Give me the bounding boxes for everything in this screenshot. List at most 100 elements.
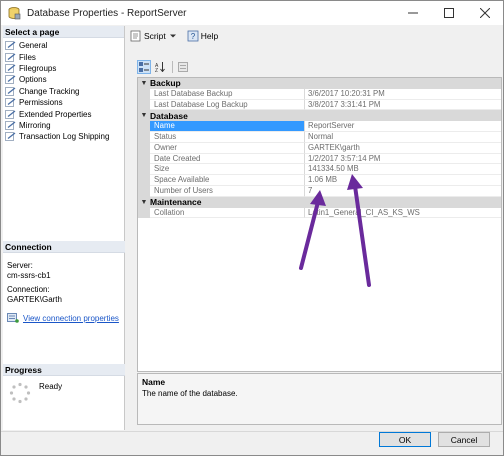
collapse-toggle-icon[interactable]: ▼ (138, 80, 150, 87)
property-name: Number of Users (150, 185, 305, 197)
dialog-button-bar: OK Cancel (1, 431, 503, 455)
page-list: General Files Filegroups Options Change … (3, 38, 124, 143)
select-page-header: Select a page (3, 26, 124, 38)
connection-label: Connection: (7, 285, 50, 294)
script-button[interactable]: Script (130, 30, 179, 42)
property-value: ReportServer (305, 121, 501, 132)
page-item-extended-properties[interactable]: Extended Properties (3, 108, 124, 119)
maximize-button[interactable] (431, 1, 467, 25)
property-value: Normal (305, 132, 501, 143)
property-name: Status (150, 131, 305, 143)
sort-alphabetical-icon: AZ (155, 62, 165, 72)
cancel-button[interactable]: Cancel (438, 432, 490, 447)
page-wrench-icon (5, 109, 16, 119)
collapse-toggle-icon[interactable]: ▼ (138, 199, 150, 206)
page-wrench-icon (5, 132, 16, 142)
property-row[interactable]: Date Created 1/2/2017 3:57:14 PM (138, 153, 501, 165)
property-value: GARTEK\garth (305, 143, 501, 154)
server-label: Server: (7, 261, 33, 270)
ok-button[interactable]: OK (379, 432, 431, 447)
title-bar: Database Properties - ReportServer (1, 1, 503, 25)
page-wrench-icon (5, 121, 16, 130)
toolbar: Script ? Help (126, 26, 502, 46)
page-item-label: General (19, 41, 48, 51)
connection-properties-icon (7, 313, 19, 323)
property-row[interactable]: Status Normal (138, 131, 501, 143)
property-value: 7 (305, 186, 501, 197)
view-connection-properties-label: View connection properties (23, 313, 119, 323)
category-label: Backup (150, 78, 181, 89)
property-value: 1/2/2017 3:57:14 PM (305, 154, 501, 165)
category-label: Database (150, 110, 188, 121)
close-icon (480, 8, 490, 18)
page-item-label: Filegroups (19, 63, 57, 73)
chevron-down-icon[interactable] (169, 32, 177, 40)
property-pages-button[interactable] (176, 60, 190, 74)
page-item-options[interactable]: Options (3, 74, 124, 85)
progress-status-label: Ready (39, 382, 63, 391)
property-grid: ▼ Backup Last Database Backup 3/6/2017 1… (137, 77, 502, 372)
category-label: Maintenance (150, 197, 202, 208)
progress-status: Ready (9, 382, 62, 404)
database-icon (8, 7, 21, 20)
toolbar-separator (172, 61, 173, 73)
page-item-label: Extended Properties (19, 109, 92, 119)
progress-spinner-icon (9, 382, 31, 404)
connection-header: Connection (3, 241, 125, 253)
right-pane: Script ? Help AZ ▼ Backup Last Database … (126, 26, 502, 430)
property-row[interactable]: Space Available 1.06 MB (138, 175, 501, 186)
left-pane: Select a page General Files Filegroups O… (3, 26, 125, 430)
page-item-label: Change Tracking (19, 86, 80, 96)
property-row[interactable]: Owner GARTEK\garth (138, 142, 501, 154)
categorized-view-button[interactable] (137, 60, 151, 74)
server-value: cm-ssrs-cb1 (7, 270, 51, 280)
page-wrench-icon (5, 41, 16, 51)
category-maintenance[interactable]: ▼ Maintenance (138, 196, 501, 208)
category-database[interactable]: ▼ Database (138, 110, 501, 122)
property-pages-icon (178, 62, 188, 72)
view-connection-properties-link[interactable]: View connection properties (7, 313, 119, 323)
window-title: Database Properties - ReportServer (27, 7, 187, 19)
page-item-mirroring[interactable]: Mirroring (3, 120, 124, 131)
page-wrench-icon (5, 86, 16, 96)
page-item-permissions[interactable]: Permissions (3, 97, 124, 108)
property-name: Last Database Backup (150, 88, 305, 100)
close-button[interactable] (467, 1, 503, 25)
category-backup[interactable]: ▼ Backup (138, 78, 501, 89)
property-row[interactable]: Size 141334.50 MB (138, 164, 501, 176)
property-name: Collation (150, 207, 305, 219)
property-row[interactable]: Last Database Log Backup 3/8/2017 3:31:4… (138, 99, 501, 111)
page-item-general[interactable]: General (3, 40, 124, 51)
property-name: Date Created (150, 153, 305, 165)
page-wrench-icon (5, 98, 16, 107)
property-value: 141334.50 MB (305, 164, 501, 176)
connection-value: GARTEK\Garth (7, 294, 62, 304)
svg-text:Z: Z (155, 68, 158, 72)
maximize-icon (444, 8, 454, 18)
script-label: Script (144, 31, 166, 41)
alphabetical-view-button[interactable]: AZ (153, 60, 167, 74)
description-text: The name of the database. (142, 389, 238, 398)
property-row[interactable]: Number of Users 7 (138, 185, 501, 197)
page-item-label: Mirroring (19, 120, 51, 130)
page-item-label: Permissions (19, 98, 63, 108)
page-item-files[interactable]: Files (3, 51, 124, 62)
property-name: Size (150, 164, 305, 176)
database-properties-window: Database Properties - ReportServer Selec… (0, 0, 504, 456)
script-icon (130, 30, 141, 42)
property-row[interactable]: Last Database Backup 3/6/2017 10:20:31 P… (138, 88, 501, 100)
property-value: 3/8/2017 3:31:41 PM (305, 100, 501, 111)
property-value: 3/6/2017 10:20:31 PM (305, 89, 501, 100)
page-item-transaction-log-shipping[interactable]: Transaction Log Shipping (3, 131, 124, 142)
collapse-toggle-icon[interactable]: ▼ (138, 112, 150, 119)
help-button[interactable]: ? Help (187, 30, 218, 42)
description-title: Name (142, 377, 166, 387)
minimize-button[interactable] (395, 1, 431, 25)
page-item-change-tracking[interactable]: Change Tracking (3, 86, 124, 97)
page-item-filegroups[interactable]: Filegroups (3, 63, 124, 74)
property-row[interactable]: Collation Latin1_General_CI_AS_KS_WS (138, 207, 501, 219)
help-icon: ? (187, 30, 199, 42)
property-row-selected[interactable]: Name ReportServer (138, 121, 501, 132)
property-name: Space Available (150, 175, 305, 186)
help-label: Help (200, 31, 219, 41)
